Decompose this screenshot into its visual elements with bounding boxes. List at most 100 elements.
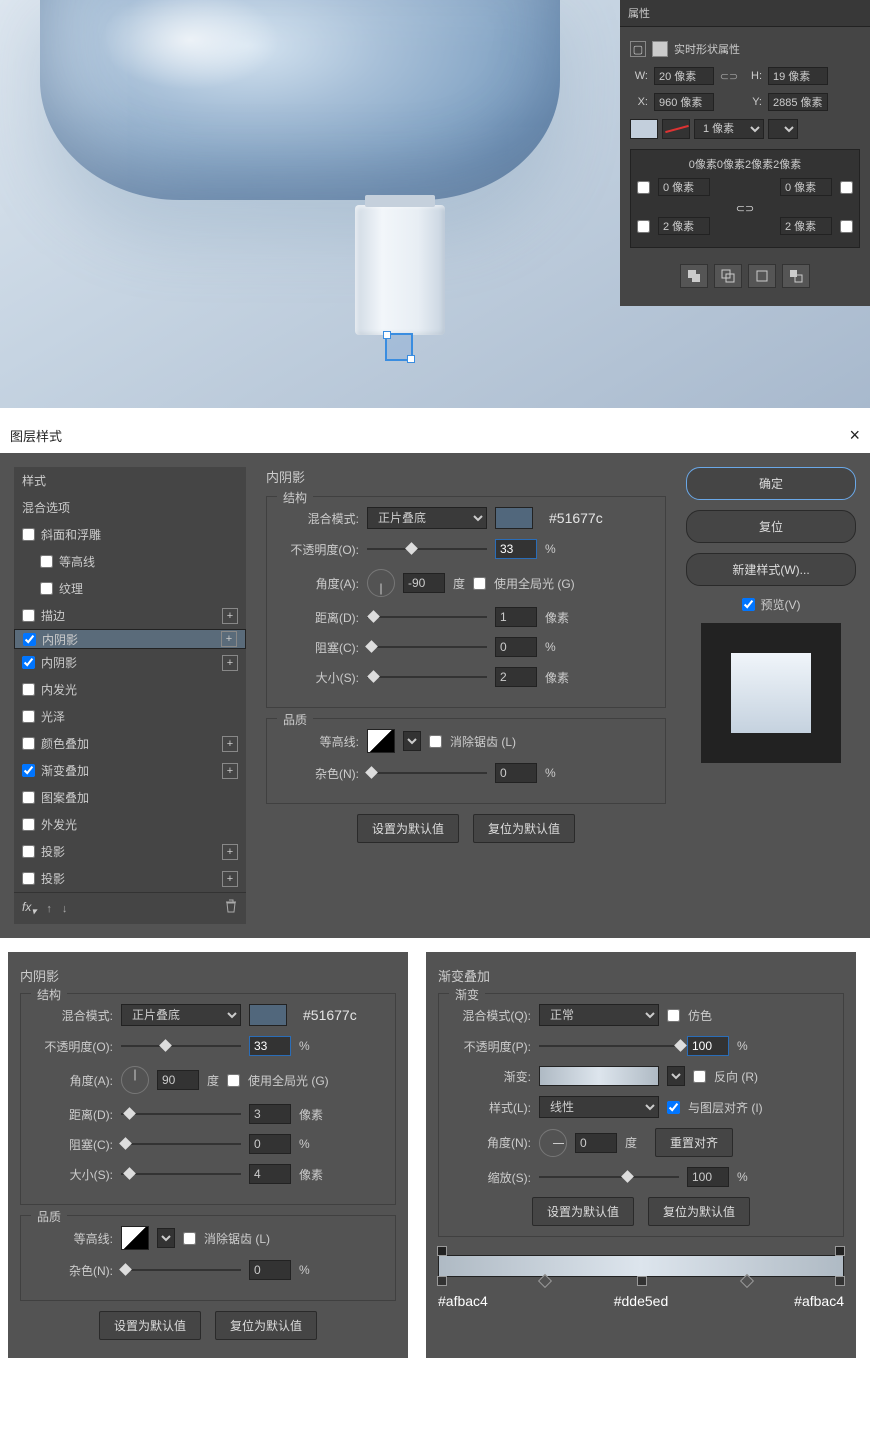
color-stop-2[interactable]	[637, 1276, 647, 1286]
reset-button[interactable]: 复位	[686, 510, 856, 543]
list-inner-shadow-1[interactable]: 内阴影+	[14, 629, 246, 649]
p2-angle-dial[interactable]	[121, 1066, 149, 1094]
p2-contour-dd[interactable]	[157, 1228, 175, 1248]
p2-global-check[interactable]	[227, 1074, 240, 1087]
corner-tr-check[interactable]	[840, 181, 853, 194]
p2-choke-slider[interactable]	[121, 1137, 241, 1151]
p2-dist-input[interactable]	[249, 1104, 291, 1124]
add-icon[interactable]: +	[222, 871, 238, 887]
antialias-check[interactable]	[429, 735, 442, 748]
link-wh-icon[interactable]: ⊂⊃	[720, 69, 738, 83]
color-stop-3[interactable]	[835, 1276, 845, 1286]
add-icon[interactable]: +	[222, 608, 238, 624]
ok-button[interactable]: 确定	[686, 467, 856, 500]
list-color-overlay[interactable]: 颜色叠加+	[14, 730, 246, 757]
p3-reset-default[interactable]: 复位为默认值	[648, 1197, 750, 1226]
list-inner-glow[interactable]: 内发光	[14, 676, 246, 703]
p2-contour[interactable]	[121, 1226, 149, 1250]
blend-mode-select[interactable]: 正片叠底	[367, 507, 487, 529]
global-light-check[interactable]	[473, 577, 486, 590]
x-input[interactable]	[654, 93, 714, 111]
p3-scale-input[interactable]	[687, 1167, 729, 1187]
list-pattern-overlay[interactable]: 图案叠加	[14, 784, 246, 811]
add-icon[interactable]: +	[222, 736, 238, 752]
gradient-editor-bar[interactable]	[438, 1255, 844, 1277]
pathop-1-button[interactable]	[680, 264, 708, 288]
midpoint-2[interactable]	[740, 1274, 754, 1288]
list-outer-glow[interactable]: 外发光	[14, 811, 246, 838]
gradient-swatch[interactable]	[539, 1066, 659, 1086]
p2-color-swatch[interactable]	[249, 1004, 287, 1026]
list-contour[interactable]: 等高线	[14, 548, 246, 575]
add-icon[interactable]: +	[221, 631, 237, 647]
corner-br-check[interactable]	[840, 220, 853, 233]
trash-icon[interactable]	[224, 899, 238, 918]
list-satin[interactable]: 光泽	[14, 703, 246, 730]
list-blend-options[interactable]: 混合选项	[14, 494, 246, 521]
reset-align-button[interactable]: 重置对齐	[655, 1128, 733, 1157]
fx-icon[interactable]: fx▾	[22, 900, 36, 917]
p3-set-default[interactable]: 设置为默认值	[532, 1197, 634, 1226]
pathop-3-button[interactable]	[748, 264, 776, 288]
stroke-width-select[interactable]: 1 像素	[694, 119, 764, 139]
reset-default-button[interactable]: 复位为默认值	[473, 814, 575, 843]
p3-align-check[interactable]	[667, 1101, 680, 1114]
p3-angle-input[interactable]	[575, 1133, 617, 1153]
p3-blend-select[interactable]: 正常	[539, 1004, 659, 1026]
p2-choke-input[interactable]	[249, 1134, 291, 1154]
p3-style-select[interactable]: 线性	[539, 1096, 659, 1118]
corner-bl-check[interactable]	[637, 220, 650, 233]
p3-scale-slider[interactable]	[539, 1170, 679, 1184]
choke-input[interactable]	[495, 637, 537, 657]
corner-tl-input[interactable]	[658, 178, 710, 196]
p3-reverse-check[interactable]	[693, 1070, 706, 1083]
list-texture[interactable]: 纹理	[14, 575, 246, 602]
opacity-stop-right[interactable]	[835, 1246, 845, 1256]
preview-check[interactable]	[742, 598, 755, 611]
opacity-slider[interactable]	[367, 542, 487, 556]
p2-set-default[interactable]: 设置为默认值	[99, 1311, 201, 1340]
p2-dist-slider[interactable]	[121, 1107, 241, 1121]
height-input[interactable]	[768, 67, 828, 85]
set-default-button[interactable]: 设置为默认值	[357, 814, 459, 843]
fill-swatch[interactable]	[630, 119, 658, 139]
list-gradient-overlay[interactable]: 渐变叠加+	[14, 757, 246, 784]
angle-input[interactable]	[403, 573, 445, 593]
width-input[interactable]	[654, 67, 714, 85]
contour-picker[interactable]	[367, 729, 395, 753]
opacity-input[interactable]	[495, 539, 537, 559]
color-stop-1[interactable]	[437, 1276, 447, 1286]
move-up-icon[interactable]: ↑	[46, 903, 52, 915]
distance-slider[interactable]	[367, 610, 487, 624]
add-icon[interactable]: +	[222, 844, 238, 860]
p2-reset-default[interactable]: 复位为默认值	[215, 1311, 317, 1340]
add-icon[interactable]: +	[222, 655, 238, 671]
p2-size-input[interactable]	[249, 1164, 291, 1184]
choke-slider[interactable]	[367, 640, 487, 654]
p2-blend-select[interactable]: 正片叠底	[121, 1004, 241, 1026]
color-swatch[interactable]	[495, 507, 533, 529]
list-styles[interactable]: 样式	[14, 467, 246, 494]
list-inner-shadow-2[interactable]: 内阴影+	[14, 649, 246, 676]
move-down-icon[interactable]: ↓	[62, 903, 68, 915]
corner-bl-input[interactable]	[658, 217, 710, 235]
link-corners-icon[interactable]: ⊂⊃	[637, 202, 853, 215]
pathop-2-button[interactable]	[714, 264, 742, 288]
p2-opacity-slider[interactable]	[121, 1039, 241, 1053]
p3-opacity-input[interactable]	[687, 1036, 729, 1056]
stroke-swatch[interactable]	[662, 119, 690, 139]
p2-angle-input[interactable]	[157, 1070, 199, 1090]
new-style-button[interactable]: 新建样式(W)...	[686, 553, 856, 586]
p2-noise-input[interactable]	[249, 1260, 291, 1280]
corner-tr-input[interactable]	[780, 178, 832, 196]
contour-dropdown[interactable]	[403, 731, 421, 751]
close-icon[interactable]: ×	[849, 425, 860, 446]
corner-tl-check[interactable]	[637, 181, 650, 194]
list-stroke[interactable]: 描边+	[14, 602, 246, 629]
y-input[interactable]	[768, 93, 828, 111]
noise-input[interactable]	[495, 763, 537, 783]
noise-slider[interactable]	[367, 766, 487, 780]
pathop-4-button[interactable]	[782, 264, 810, 288]
midpoint-1[interactable]	[538, 1274, 552, 1288]
selection-box[interactable]	[385, 333, 413, 361]
